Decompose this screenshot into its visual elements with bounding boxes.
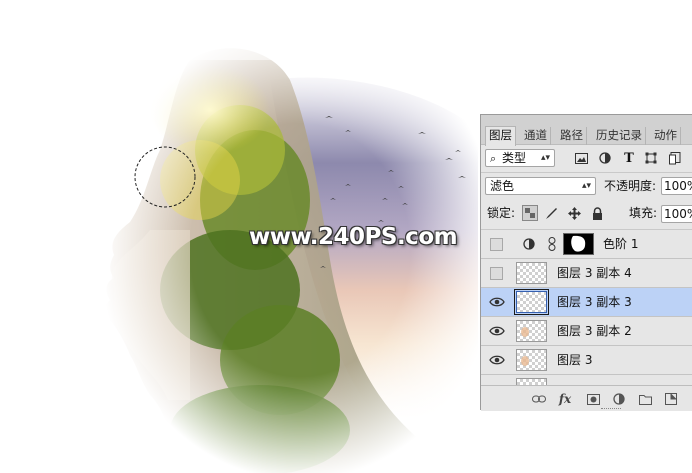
layer-row-copy2[interactable]: 图层 3 副本 2 xyxy=(481,317,692,346)
layer-row-partial[interactable] xyxy=(481,375,692,386)
layer-thumbnail xyxy=(516,262,547,284)
layer-filter-select[interactable]: ⌕ 类型 ▴▾ xyxy=(485,149,555,167)
opacity-input[interactable]: 100% xyxy=(661,177,692,195)
eye-icon[interactable] xyxy=(489,324,505,338)
type-filter-icon[interactable]: T xyxy=(621,150,637,166)
adjustment-icon[interactable] xyxy=(611,391,627,407)
layer-row-copy3[interactable]: 图层 3 副本 3 xyxy=(481,288,692,317)
panel-tabs: 图层 通道 路径 历史记录 动作 xyxy=(481,115,692,146)
chain-link-icon[interactable] xyxy=(544,236,560,252)
layers-panel: 图层 通道 路径 历史记录 动作 ⌕ 类型 ▴▾ T 滤色 ▴▾ 不透明度: 1… xyxy=(480,114,692,411)
tab-actions[interactable]: 动作 xyxy=(651,127,681,145)
layer-row-copy4[interactable]: 图层 3 副本 4 xyxy=(481,259,692,288)
lock-pixels-icon[interactable] xyxy=(543,205,559,221)
lock-label: 锁定: xyxy=(487,206,516,220)
tab-layers[interactable]: 图层 xyxy=(485,126,516,146)
tab-channels[interactable]: 通道 xyxy=(521,127,551,145)
layer-thumbnail xyxy=(516,320,547,342)
layer-name: 图层 3 副本 2 xyxy=(557,324,632,338)
fill-label: 填充: xyxy=(629,206,658,220)
mask-icon[interactable] xyxy=(585,391,601,407)
eye-icon[interactable] xyxy=(489,295,505,309)
opacity-label: 不透明度: xyxy=(604,179,657,193)
layer-thumbnail xyxy=(514,289,549,315)
lock-transparency-icon[interactable] xyxy=(522,205,538,221)
adjustment-layer-icon xyxy=(521,236,537,252)
resize-grip[interactable] xyxy=(601,408,621,410)
layer-name: 图层 3 副本 3 xyxy=(557,295,632,309)
shape-filter-icon[interactable] xyxy=(643,150,659,166)
visibility-toggle[interactable] xyxy=(490,267,503,280)
layer-row-levels[interactable]: 色阶 1 xyxy=(481,230,692,259)
fill-input[interactable]: 100% xyxy=(661,205,692,223)
search-icon: ⌕ xyxy=(490,152,497,165)
visibility-toggle[interactable] xyxy=(490,238,503,251)
new-layer-icon[interactable] xyxy=(663,391,679,407)
smart-object-filter-icon[interactable] xyxy=(667,150,683,166)
fx-icon[interactable]: fx xyxy=(557,391,573,407)
lock-all-icon[interactable] xyxy=(589,205,605,221)
tab-paths[interactable]: 路径 xyxy=(557,127,587,145)
watermark: www.240PS.com xyxy=(249,224,458,250)
image-filter-icon[interactable] xyxy=(573,150,589,166)
updown-icon: ▴▾ xyxy=(540,153,550,163)
folder-icon[interactable] xyxy=(637,391,653,407)
blend-mode-select[interactable]: 滤色 ▴▾ xyxy=(485,177,596,195)
layer-thumbnail xyxy=(516,349,547,371)
adjustment-filter-icon[interactable] xyxy=(597,150,613,166)
layer-name: 色阶 1 xyxy=(603,237,639,251)
layer-mask-thumbnail[interactable] xyxy=(563,233,594,255)
updown-icon: ▴▾ xyxy=(581,181,591,191)
link-icon[interactable] xyxy=(531,391,547,407)
layers-bottom-toolbar: fx xyxy=(481,385,692,411)
tab-history[interactable]: 历史记录 xyxy=(593,127,646,145)
layer-name: 图层 3 xyxy=(557,353,593,367)
filter-label: 类型 xyxy=(502,151,527,165)
layer-row-layer3[interactable]: 图层 3 xyxy=(481,346,692,375)
blend-mode-value: 滤色 xyxy=(490,179,515,193)
layer-name: 图层 3 副本 4 xyxy=(557,266,632,280)
eye-icon[interactable] xyxy=(489,353,505,367)
lock-position-icon[interactable] xyxy=(566,205,582,221)
